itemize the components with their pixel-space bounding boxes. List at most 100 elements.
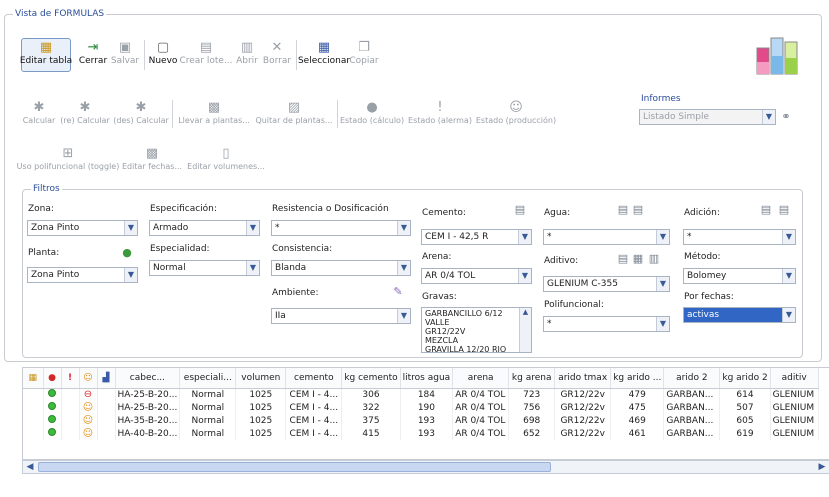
column-header[interactable]: cabec... [115, 368, 181, 389]
column-header[interactable]: kg arido 2 [719, 368, 771, 389]
plant-select[interactable]: Zona Pinto ▼ [27, 267, 138, 283]
addition-label: Adición: [684, 208, 720, 218]
toolbar-separator [296, 40, 297, 70]
exclamation-icon: ! [437, 100, 443, 115]
water-value: * [547, 232, 552, 242]
additive-copy-icon[interactable]: ▤ [617, 253, 629, 265]
resistance-select[interactable]: * ▼ [271, 220, 411, 236]
delete-button[interactable]: ✕ Borrar [262, 40, 292, 66]
additive-grid-icon[interactable]: ▦ [632, 253, 644, 265]
column-header[interactable]: aditiv [770, 368, 819, 389]
water-edit-icon[interactable]: ▤ [632, 204, 644, 216]
table-icon[interactable]: ▦ [23, 368, 44, 389]
filters-title: Filtros [31, 184, 62, 194]
column-header[interactable]: kg cemento [341, 368, 401, 389]
polyfunctional-value: * [547, 319, 552, 329]
table-cell: 1025 [235, 427, 287, 440]
zone-select[interactable]: Zona Pinto ▼ [27, 220, 138, 236]
polyfunctional-toggle-button[interactable]: ⊞ Uso polifuncional (toggle) [17, 146, 120, 171]
save-button[interactable]: ▣ Salvar [110, 40, 140, 66]
smiley-icon[interactable]: ☺ [79, 368, 98, 389]
plants-remove-icon: ▨ [287, 100, 301, 115]
environment-edit-icon[interactable]: ✎ [392, 286, 404, 298]
chevron-down-icon: ▼ [124, 268, 137, 282]
chevron-left-icon[interactable]: ◀ [23, 461, 37, 473]
list-item[interactable]: GR12/22V [425, 327, 528, 336]
column-header[interactable]: kg arido ... [610, 368, 665, 389]
specialty-select[interactable]: Normal ▼ [149, 260, 260, 276]
table-cell: 190 [400, 401, 454, 414]
edit-table-tool[interactable]: ▦ Editar tabla [20, 40, 72, 66]
gravel-list[interactable]: GARBANCILLO 6/12 VALLE GR12/22V MEZCLA G… [421, 307, 532, 353]
table-cell: 614 [719, 388, 771, 401]
table-cell: CEM I - 4... [285, 388, 343, 401]
table-cell [97, 414, 116, 427]
table-row[interactable]: ☺ HA-25-B-20... Normal 1025 CEM I - 4... 322 1… [23, 401, 819, 414]
table-row[interactable]: ⊖ HA-25-B-20... Normal 1025 CEM I - 4... 306 1… [23, 388, 819, 401]
uncalculate-button[interactable]: ✱ (des) Calcular [113, 100, 169, 125]
list-item[interactable]: GRAVILLA 12/20 RIO [425, 345, 528, 352]
copy-button[interactable]: ❐ Copiar [349, 40, 378, 66]
new-button[interactable]: ▢ Nuevo [148, 40, 178, 66]
close-button[interactable]: ⇥ Cerrar [78, 40, 108, 66]
method-select[interactable]: Bolomey ▼ [683, 268, 796, 284]
select-button[interactable]: ▦ Seleccionar [298, 40, 350, 66]
specification-select[interactable]: Armado ▼ [149, 220, 260, 236]
by-dates-select[interactable]: activas ▼ [683, 307, 796, 323]
table-cell: 475 [610, 401, 665, 414]
method-value: Bolomey [687, 271, 727, 281]
consistency-select[interactable]: Blanda ▼ [271, 260, 411, 276]
chevron-down-icon: ▼ [518, 230, 531, 244]
status-production-button[interactable]: ☺ Estado (producción) [474, 100, 558, 125]
water-copy-icon[interactable]: ▤ [617, 204, 629, 216]
column-header[interactable]: kg arena [508, 368, 556, 389]
environment-select[interactable]: IIa ▼ [271, 308, 411, 324]
sand-label: Arena: [422, 252, 452, 262]
polyfunctional-select[interactable]: * ▼ [543, 316, 670, 332]
column-header[interactable]: litros agua [400, 368, 454, 389]
addition-edit-icon[interactable]: ▤ [778, 204, 790, 216]
consistency-value: Blanda [275, 263, 307, 273]
status-alarm-button[interactable]: ! Estado (alerma) [408, 100, 472, 125]
exclamation-icon[interactable]: ! [61, 368, 80, 389]
horizontal-scrollbar[interactable]: ◀ ▶ [22, 460, 829, 474]
cement-edit-icon[interactable]: ▤ [514, 204, 526, 216]
additive-edit-icon[interactable]: ▥ [648, 253, 660, 265]
sand-select[interactable]: AR 0/4 TOL ▼ [421, 268, 532, 284]
addition-copy-icon[interactable]: ▤ [760, 204, 772, 216]
binoculars-icon[interactable]: ⚭ [780, 111, 792, 123]
column-header[interactable]: arena [452, 368, 510, 389]
list-item[interactable]: MEZCLA [425, 336, 528, 345]
create-batch-button[interactable]: ▤ Crear lote... [179, 40, 232, 66]
water-select[interactable]: * ▼ [543, 229, 670, 245]
informes-select[interactable]: Listado Simple ▼ [639, 109, 776, 125]
gravel-scrollbar[interactable]: ▲ [519, 308, 531, 352]
additive-select[interactable]: GLENIUM C-355 ▼ [543, 276, 670, 292]
polyfunctional-toggle-label: Uso polifuncional (toggle) [16, 162, 120, 171]
edit-dates-button[interactable]: ▩ Editar fechas... [122, 146, 182, 171]
status-dot-icon[interactable]: ● [43, 368, 62, 389]
chevron-right-icon[interactable]: ▶ [815, 461, 829, 473]
column-header[interactable]: cemento [285, 368, 343, 389]
column-header[interactable]: arido tmax [554, 368, 612, 389]
table-row[interactable]: ☺ HA-40-B-20... Normal 1025 CEM I - 4... 415 1… [23, 427, 819, 440]
column-header[interactable]: volumen [235, 368, 287, 389]
status-calc-button[interactable]: ● Estado (cálculo) [340, 100, 404, 125]
table-row[interactable]: ☺ HA-35-B-20... Normal 1025 CEM I - 4... 375 1… [23, 414, 819, 427]
cement-select[interactable]: CEM I - 42,5 R ▼ [421, 229, 532, 245]
send-to-plants-button[interactable]: ▩ Llevar a plantas... [176, 100, 252, 125]
recalculate-button[interactable]: ✱ (re) Calcular [60, 100, 110, 125]
specification-label: Especificación: [150, 204, 217, 214]
chevron-down-icon: ▼ [782, 230, 795, 244]
plants-icon[interactable]: ▟ [97, 368, 116, 389]
scrollbar-thumb[interactable] [38, 462, 551, 472]
calculate-button[interactable]: ✱ Calcular [23, 100, 56, 125]
column-header[interactable]: especiali... [179, 368, 237, 389]
column-header[interactable]: arido 2 [663, 368, 721, 389]
open-button[interactable]: ▥ Abrir [233, 40, 261, 66]
remove-from-plants-button[interactable]: ▨ Quitar de plantas... [255, 100, 332, 125]
chevron-down-icon: ▼ [782, 308, 795, 322]
list-item[interactable]: GARBANCILLO 6/12 VALLE [425, 309, 528, 327]
addition-select[interactable]: * ▼ [683, 229, 796, 245]
edit-volumes-button[interactable]: ▯ Editar volumenes... [186, 146, 266, 171]
